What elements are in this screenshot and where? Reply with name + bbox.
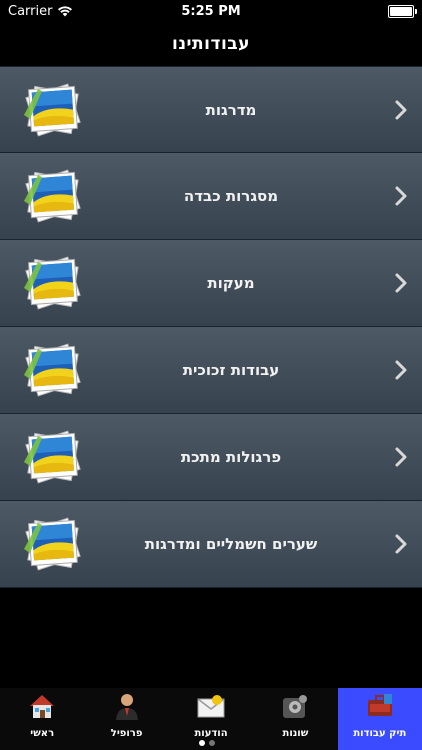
list-item[interactable]: שערים חשמליים ומדרגות	[0, 501, 422, 588]
tab-label: פרופיל	[110, 728, 143, 739]
list-item-label: פרגולות מתכת	[180, 448, 282, 466]
category-list: מדרגות מסגרות כבדה מעקות עבודות זכוכית פ…	[0, 66, 422, 588]
clock-time: 5:25 PM	[181, 3, 241, 19]
list-item-label: מסגרות כבדה	[183, 187, 279, 205]
chevron-right-icon	[394, 185, 408, 207]
page-dot	[209, 740, 215, 746]
list-item[interactable]: מדרגות	[0, 66, 422, 153]
list-item-label: עבודות זכוכית	[182, 361, 280, 379]
chevron-right-icon	[394, 359, 408, 381]
list-item[interactable]: מעקות	[0, 240, 422, 327]
house-icon	[26, 690, 58, 722]
tab-label: ראשי	[30, 728, 55, 739]
chevron-right-icon	[394, 533, 408, 555]
list-item[interactable]: פרגולות מתכת	[0, 414, 422, 501]
chevron-right-icon	[394, 446, 408, 468]
chevron-right-icon	[394, 272, 408, 294]
page-title: עבודותינו	[171, 34, 250, 54]
tab-label: שונות	[282, 728, 309, 739]
tab-gears[interactable]: שונות	[253, 688, 337, 750]
photo-gallery-icon	[18, 248, 88, 318]
photo-gallery-icon	[18, 422, 88, 492]
list-item[interactable]: עבודות זכוכית	[0, 327, 422, 414]
tab-house[interactable]: ראשי	[0, 688, 84, 750]
chevron-right-icon	[394, 99, 408, 121]
battery-icon	[388, 4, 417, 18]
list-item-label: שערים חשמליים ומדרגות	[144, 535, 318, 553]
gears-icon	[279, 690, 311, 722]
mail-icon	[195, 690, 227, 722]
list-item[interactable]: מסגרות כבדה	[0, 153, 422, 240]
tab-person[interactable]: פרופיל	[84, 688, 168, 750]
tab-label: הודעות	[194, 728, 228, 739]
photo-gallery-icon	[18, 509, 88, 579]
photo-gallery-icon	[18, 75, 88, 145]
tab-portfolio[interactable]: תיק עבודות	[337, 688, 422, 750]
list-item-label: מדרגות	[205, 100, 257, 119]
photo-gallery-icon	[18, 161, 88, 231]
page-indicator	[199, 740, 215, 746]
list-item-label: מעקות	[207, 274, 255, 292]
page-dot-active	[199, 740, 205, 746]
person-icon	[111, 690, 143, 722]
tab-label: תיק עבודות	[353, 728, 407, 739]
photo-gallery-icon	[18, 335, 88, 405]
status-bar: Carrier 5:25 PM	[0, 0, 422, 22]
portfolio-icon	[364, 690, 396, 722]
